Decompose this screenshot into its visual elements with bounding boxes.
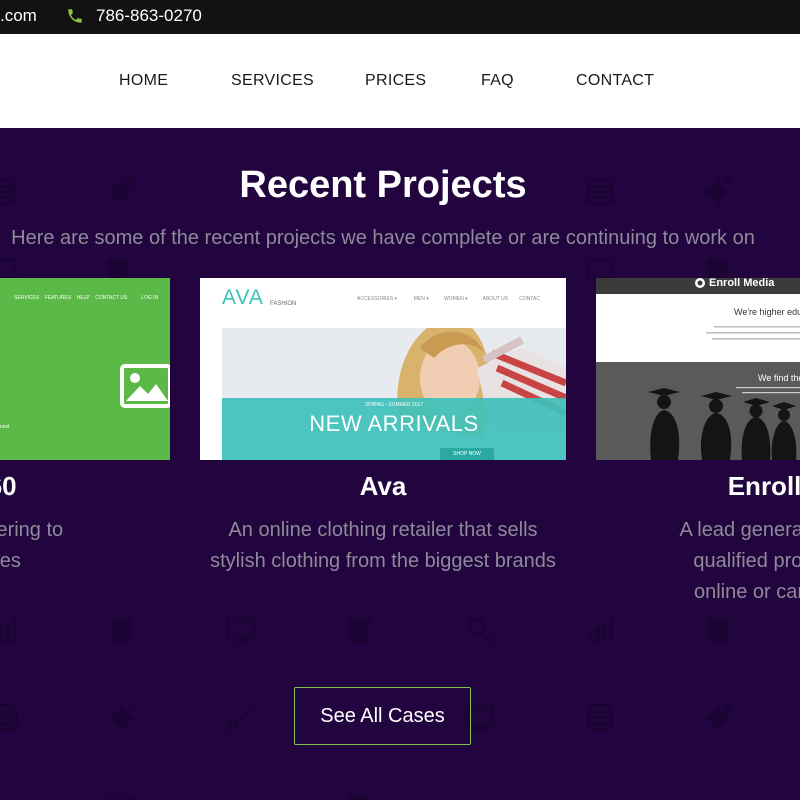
- project-thumbnail[interactable]: SERVICES FEATURES HELP CONTACT US LOG IN…: [0, 278, 170, 460]
- project-description: An online clothing retailer that sells s…: [200, 515, 566, 577]
- thumb-menu-item: SERVICES: [14, 295, 40, 301]
- nav-contact[interactable]: CONTACT: [576, 72, 654, 90]
- nav-prices[interactable]: PRICES: [365, 72, 426, 90]
- project-thumbnail[interactable]: Enroll Media We're higher educ We find t…: [596, 278, 800, 460]
- enroll-text-lines: [706, 326, 800, 340]
- phone-icon: [68, 9, 82, 23]
- enroll-heading: We're higher educ: [734, 307, 800, 317]
- project-description: that is catering to inesses: [0, 515, 170, 577]
- phone-number[interactable]: 786-863-0270: [96, 6, 202, 26]
- thumb-menu-item: HELP: [76, 295, 90, 301]
- enroll-logo-icon: [695, 278, 705, 288]
- main-navigation: HOME SERVICES PRICES FAQ CONTACT: [0, 34, 800, 128]
- project-thumbnail[interactable]: AVA FASHION ACCESSORIES ▾ MEN ▾ WOMEN ▾ …: [200, 278, 566, 460]
- thumb-menu-item: CONTAC: [519, 296, 540, 302]
- ava-menu: ACCESSORIES ▾ MEN ▾ WOMEN ▾ ABOUT US CON…: [357, 296, 540, 302]
- ava-season: SPRING - SUMMER 2017: [364, 402, 424, 408]
- ava-logo: AVA: [222, 286, 264, 309]
- thumb-menu-item: ACCESSORIES ▾: [357, 296, 398, 302]
- ava-hero-banner: SPRING - SUMMER 2017 NEW ARRIVALS SHOP N…: [222, 328, 566, 460]
- description-line: stylish clothing from the biggest brands: [210, 550, 556, 572]
- section-title: Recent Projects: [239, 164, 527, 206]
- enroll-logo: Enroll Media: [709, 278, 775, 289]
- project-description: A lead generation serv qualified prospec…: [596, 515, 800, 608]
- description-line: A lead generation serv: [679, 519, 800, 541]
- email-address[interactable]: .com: [0, 6, 37, 26]
- thumb-menu-item: WOMEN ▾: [444, 296, 468, 302]
- description-line: qualified prospectiv: [693, 550, 800, 572]
- nav-home[interactable]: HOME: [119, 72, 168, 90]
- ava-headline: NEW ARRIVALS: [309, 411, 479, 436]
- nav-services[interactable]: SERVICES: [231, 72, 314, 90]
- ava-shop-now-button: SHOP NOW: [440, 448, 494, 460]
- section-subtitle: Here are some of the recent projects we …: [11, 227, 755, 249]
- project-name: Enroll M: [727, 471, 800, 501]
- description-line: inesses: [0, 550, 21, 572]
- ava-logo-sub: FASHION: [270, 301, 297, 307]
- thumb-caption: next: [0, 424, 10, 430]
- description-line: An online clothing retailer that sells: [228, 519, 538, 541]
- project-name: Ava: [359, 471, 407, 501]
- thumb-menu-item: ABOUT US: [482, 296, 509, 302]
- top-contact-bar: .com 786-863-0270: [0, 0, 800, 34]
- project-name: : 360: [0, 471, 17, 501]
- thumb-menu-item: LOG IN: [141, 295, 159, 301]
- description-line: that is catering to: [0, 519, 64, 541]
- image-placeholder-icon: [120, 364, 170, 408]
- thumb-menu-item: CONTACT US: [95, 295, 128, 301]
- thumb-menu-item: MEN ▾: [413, 296, 429, 302]
- description-line: online or campus-b: [693, 581, 800, 603]
- thumb-menu-item: FEATURES: [44, 295, 72, 301]
- see-all-cases-button[interactable]: See All Cases: [294, 687, 471, 745]
- nav-faq[interactable]: FAQ: [481, 72, 514, 90]
- recent-projects-section: 5: [0, 128, 800, 800]
- graduates-silhouette: [648, 387, 800, 460]
